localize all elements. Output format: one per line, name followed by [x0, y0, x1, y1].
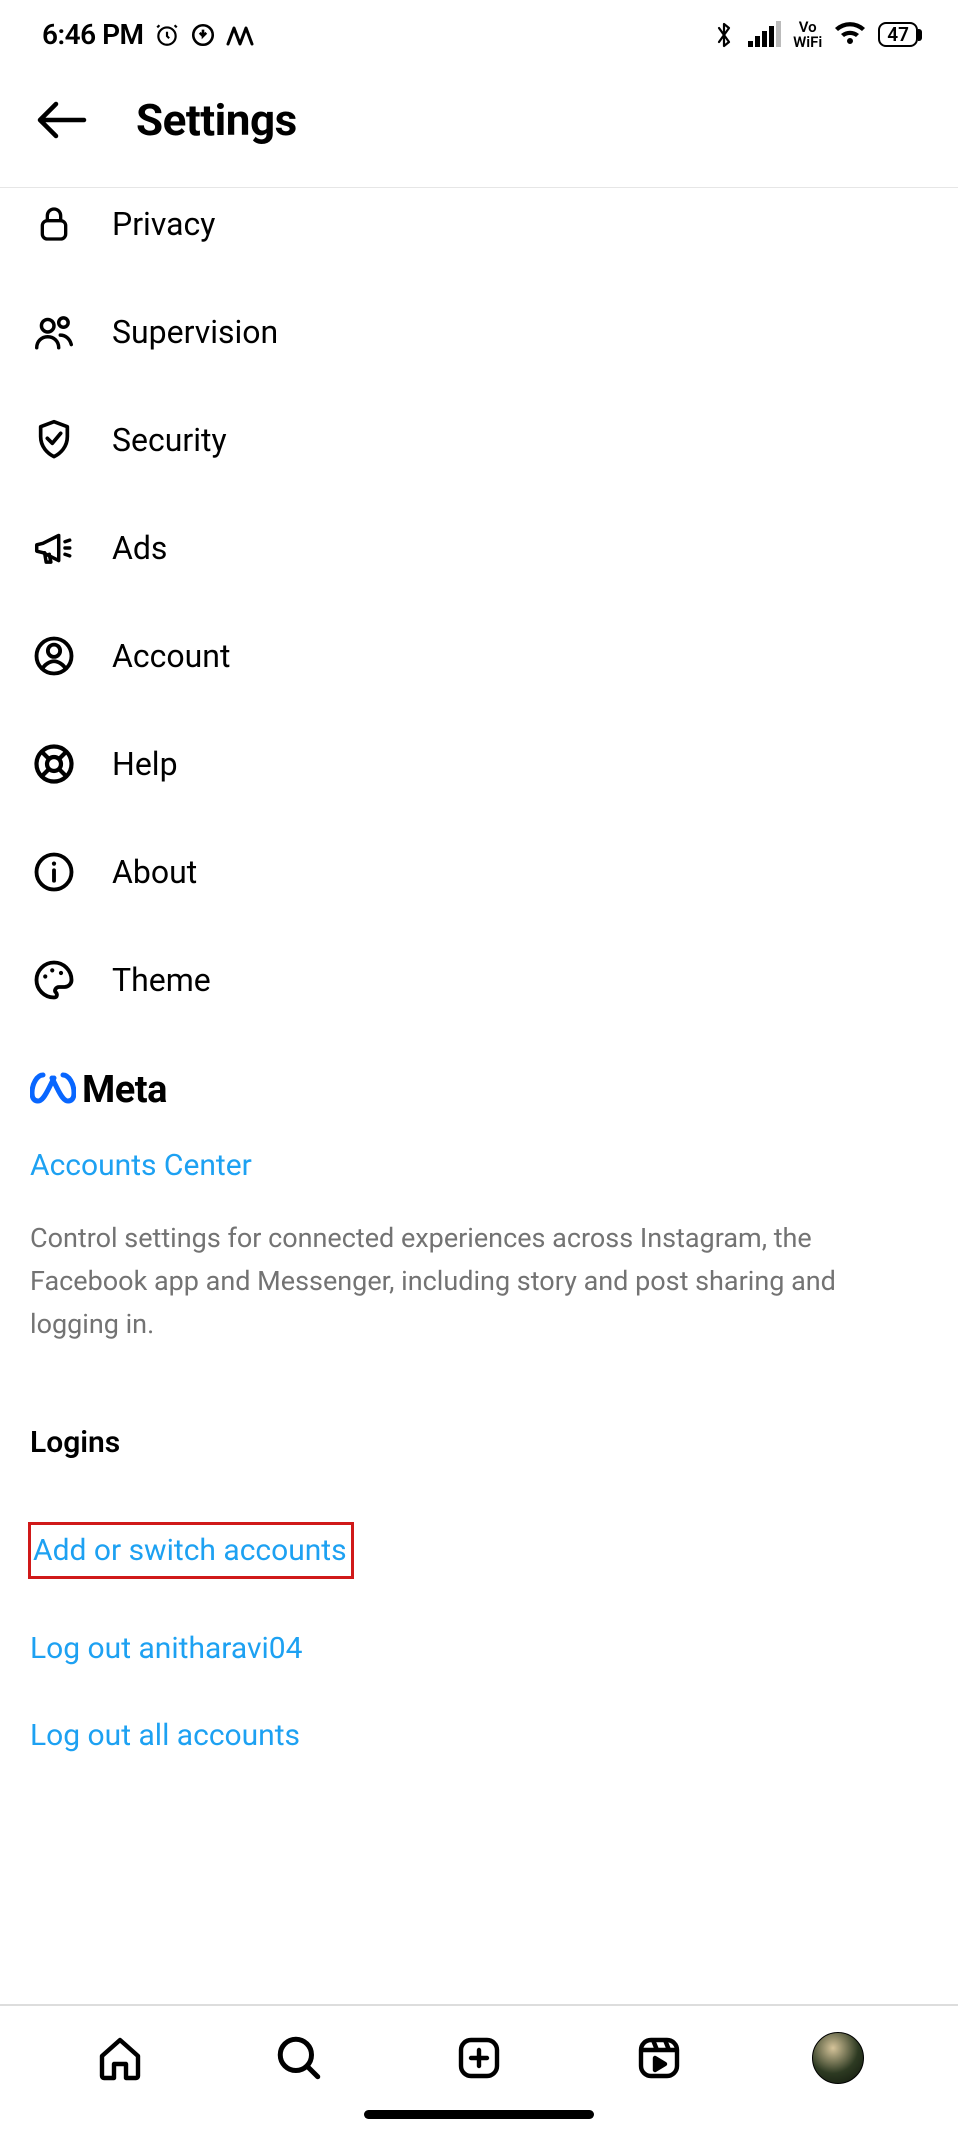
settings-item-theme[interactable]: Theme: [0, 926, 958, 1034]
status-bar: 6:46 PM Vo WiFi 47: [0, 0, 958, 63]
settings-item-help[interactable]: Help: [0, 710, 958, 818]
avatar: [812, 2032, 864, 2084]
meta-section: Meta Accounts Center Control settings fo…: [0, 1034, 958, 1347]
settings-label: Ads: [112, 529, 167, 567]
settings-item-privacy[interactable]: Privacy: [0, 188, 958, 278]
settings-label: Help: [112, 745, 178, 783]
update-icon: [190, 22, 216, 48]
highlight-box: Add or switch accounts: [28, 1522, 354, 1579]
vowifi-bot: WiFi: [793, 35, 822, 50]
nav-search[interactable]: [271, 2030, 327, 2086]
status-right: Vo WiFi 47: [712, 20, 918, 50]
bottom-nav: [0, 2006, 958, 2098]
settings-item-security[interactable]: Security: [0, 386, 958, 494]
nav-reels[interactable]: [631, 2030, 687, 2086]
alarm-icon: [154, 22, 180, 48]
settings-label: About: [112, 853, 197, 891]
logins-title: Logins: [30, 1425, 928, 1460]
add-switch-accounts-link[interactable]: Add or switch accounts: [33, 1533, 347, 1568]
battery-indicator: 47: [878, 22, 918, 47]
settings-list: Privacy Supervision Security Ads Account…: [0, 188, 958, 1034]
accounts-center-link[interactable]: Accounts Center: [30, 1148, 928, 1183]
plus-square-icon: [455, 2034, 503, 2082]
m-icon: [226, 24, 254, 46]
settings-label: Theme: [112, 961, 211, 999]
bottom-area: [0, 2004, 958, 2129]
search-icon: [274, 2033, 324, 2083]
account-icon: [30, 632, 78, 680]
info-icon: [30, 848, 78, 896]
meta-description: Control settings for connected experienc…: [30, 1217, 900, 1347]
arrow-left-icon: [34, 99, 88, 141]
wifi-icon: [834, 22, 866, 48]
status-time: 6:46 PM: [42, 18, 144, 51]
page-title: Settings: [136, 94, 297, 146]
shield-icon: [30, 416, 78, 464]
status-left: 6:46 PM: [42, 18, 254, 51]
settings-label: Security: [112, 421, 227, 459]
reels-icon: [635, 2034, 683, 2082]
megaphone-icon: [30, 524, 78, 572]
supervision-icon: [30, 308, 78, 356]
settings-item-account[interactable]: Account: [0, 602, 958, 710]
settings-item-supervision[interactable]: Supervision: [0, 278, 958, 386]
nav-create[interactable]: [451, 2030, 507, 2086]
meta-brand: Meta: [30, 1068, 928, 1112]
bluetooth-icon: [712, 20, 736, 50]
settings-item-ads[interactable]: Ads: [0, 494, 958, 602]
settings-label: Account: [112, 637, 230, 675]
settings-item-about[interactable]: About: [0, 818, 958, 926]
vowifi-icon: Vo WiFi: [793, 20, 822, 50]
logins-section: Logins Add or switch accounts Log out an…: [0, 1347, 958, 1753]
nav-home[interactable]: [92, 2030, 148, 2086]
logout-all-link[interactable]: Log out all accounts: [30, 1718, 300, 1753]
meta-logo-icon: [30, 1072, 76, 1108]
meta-brand-text: Meta: [82, 1068, 167, 1112]
privacy-icon: [30, 200, 78, 248]
home-icon: [96, 2034, 144, 2082]
nav-profile[interactable]: [810, 2030, 866, 2086]
signal-icon: [748, 23, 781, 47]
help-icon: [30, 740, 78, 788]
app-bar: Settings: [0, 63, 958, 187]
palette-icon: [30, 956, 78, 1004]
logout-user-link[interactable]: Log out anitharavi04: [30, 1631, 303, 1666]
settings-label: Privacy: [112, 205, 215, 243]
gesture-handle: [364, 2110, 594, 2119]
back-button[interactable]: [30, 89, 92, 151]
settings-label: Supervision: [112, 313, 278, 351]
